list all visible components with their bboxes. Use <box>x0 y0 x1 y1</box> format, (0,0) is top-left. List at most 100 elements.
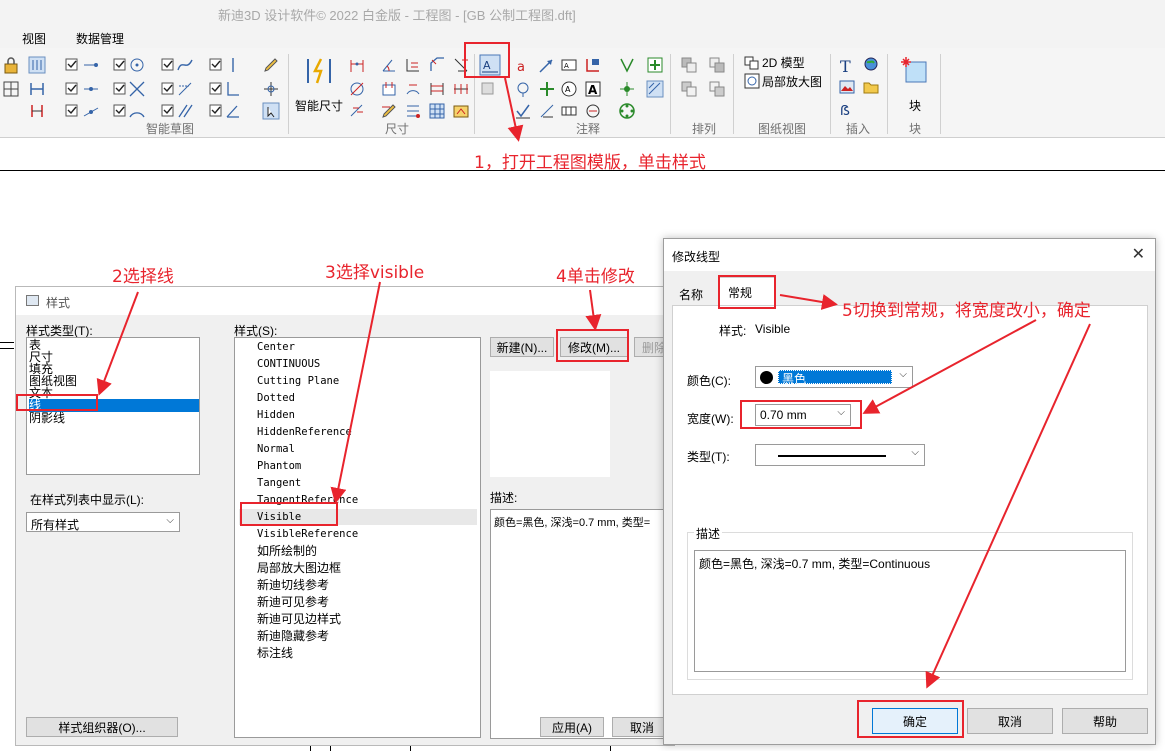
callout-icon[interactable]: A <box>560 56 578 74</box>
distance-dim-icon[interactable] <box>348 56 366 74</box>
globe-icon[interactable] <box>862 56 880 74</box>
tab-name[interactable]: 名称 <box>679 286 703 303</box>
style-description-text: 颜色=黑色, 深浅=0.7 mm, 类型= <box>494 517 651 529</box>
edge-condition-icon[interactable] <box>538 102 556 120</box>
style-organizer-button[interactable]: 样式组织器(O)... <box>26 717 178 737</box>
check-mark-icon[interactable] <box>514 102 532 120</box>
grid-icon[interactable] <box>2 80 20 98</box>
style-item[interactable]: 新迪隐藏参考 <box>257 630 329 643</box>
smart-dimension-label[interactable]: 智能尺寸 <box>295 97 343 114</box>
leader-icon[interactable] <box>538 56 556 74</box>
help-button[interactable]: 帮助 <box>1062 708 1148 734</box>
text-box-icon[interactable]: A <box>584 80 602 98</box>
text-insert-icon[interactable]: T <box>838 56 856 74</box>
bolt-hole-icon[interactable] <box>584 102 602 120</box>
general-tab-panel: 样式: Visible 颜色(C): 黑色 ⌵ 宽度(W): 0.70 mm ⌵… <box>672 305 1148 695</box>
add-frame-icon[interactable] <box>646 56 664 74</box>
style-item[interactable]: Normal <box>257 443 295 456</box>
model-2d-icon[interactable] <box>743 54 761 72</box>
checkbox-icon[interactable] <box>64 80 82 98</box>
send-backward-icon[interactable] <box>708 80 726 98</box>
datum-icon[interactable] <box>584 56 602 74</box>
style-item[interactable]: 新迪切线参考 <box>257 579 329 592</box>
text-a-icon[interactable]: a <box>514 56 532 74</box>
bring-forward-icon[interactable] <box>680 80 698 98</box>
frame-icon[interactable] <box>560 102 578 120</box>
style-item[interactable]: Center <box>257 341 295 354</box>
symbol-icon[interactable]: ẞ <box>838 100 856 118</box>
send-back-icon[interactable] <box>708 56 726 74</box>
copy-style-icon[interactable] <box>479 80 497 98</box>
model-2d-label[interactable]: 2D 模型 <box>762 54 805 71</box>
cross-point-icon[interactable] <box>262 80 280 98</box>
pen-icon[interactable] <box>262 56 280 74</box>
menu-data-management[interactable]: 数据管理 <box>76 30 124 47</box>
style-item[interactable]: Phantom <box>257 460 301 473</box>
style-item[interactable]: Cutting Plane <box>257 375 339 388</box>
style-type-hatch[interactable]: 阴影线 <box>29 412 65 425</box>
style-item[interactable]: HiddenReference <box>257 426 352 439</box>
apply-button[interactable]: 应用(A) <box>540 717 604 737</box>
angle-icon <box>224 102 242 120</box>
cancel-button[interactable]: 取消 <box>967 708 1053 734</box>
coordinate-dim-icon[interactable] <box>404 56 422 74</box>
checkbox-icon[interactable] <box>64 102 82 120</box>
chain-dim-icon[interactable] <box>452 80 470 98</box>
arc-length-icon[interactable] <box>404 80 422 98</box>
hatch-icon[interactable] <box>646 80 664 98</box>
modify-dialog-caption[interactable]: 修改线型 ✕ <box>664 239 1155 271</box>
center-mark-icon[interactable] <box>538 80 556 98</box>
angle-dim-icon[interactable] <box>380 56 398 74</box>
style-item[interactable]: 新迪可见参考 <box>257 596 329 609</box>
select-icon[interactable] <box>262 102 280 120</box>
align-dim-icon[interactable] <box>404 102 422 120</box>
canvas-line <box>610 746 611 751</box>
folder-icon[interactable] <box>862 78 880 96</box>
block-label[interactable]: 块 <box>909 97 921 114</box>
close-icon[interactable]: ✕ <box>1132 244 1145 264</box>
baseline-dim-icon[interactable] <box>348 102 366 120</box>
checkbox-icon[interactable] <box>64 56 82 74</box>
style-item[interactable]: Tangent <box>257 477 301 490</box>
lock-icon[interactable] <box>2 56 20 74</box>
style-item[interactable]: 标注线 <box>257 647 293 660</box>
annotation-step-2: 2选择线 <box>112 267 174 287</box>
detail-view-label[interactable]: 局部放大图 <box>762 73 822 90</box>
center-line-icon[interactable] <box>618 80 636 98</box>
weld-icon[interactable] <box>618 56 636 74</box>
block-icon[interactable] <box>900 56 930 86</box>
detail-view-icon[interactable] <box>743 72 761 90</box>
edit-dim-icon[interactable] <box>380 102 398 120</box>
menu-view[interactable]: 视图 <box>22 30 46 47</box>
styles-list[interactable]: Center CONTINUOUS Cutting Plane Dotted H… <box>234 337 481 738</box>
bring-front-icon[interactable] <box>680 56 698 74</box>
line-type-select[interactable]: ⌵ <box>755 444 925 466</box>
snap-icon[interactable] <box>28 56 46 74</box>
style-item[interactable]: 局部放大图边框 <box>257 562 341 575</box>
color-select[interactable]: 黑色 ⌵ <box>755 366 913 388</box>
style-item[interactable]: Dotted <box>257 392 295 405</box>
radial-dim-icon[interactable] <box>380 80 398 98</box>
chevron-down-icon: ⌵ <box>911 447 919 458</box>
diameter-dim-icon[interactable] <box>348 80 366 98</box>
image-icon[interactable] <box>838 78 856 96</box>
new-style-button[interactable]: 新建(N)... <box>490 337 554 357</box>
style-item[interactable]: 新迪可见边样式 <box>257 613 341 626</box>
dim-table-icon[interactable] <box>428 102 446 120</box>
stacked-dim-icon[interactable] <box>428 80 446 98</box>
chamfer-dim-icon[interactable] <box>428 56 446 74</box>
surface-texture-icon[interactable] <box>514 80 532 98</box>
style-item[interactable]: VisibleReference <box>257 528 358 541</box>
relate-icon[interactable] <box>28 80 46 98</box>
style-item[interactable]: Hidden <box>257 409 295 422</box>
dim-style-icon[interactable] <box>452 102 470 120</box>
show-styles-value: 所有样式 <box>31 518 80 532</box>
dim-snap-icon[interactable] <box>28 102 46 120</box>
style-item[interactable]: CONTINUOUS <box>257 358 320 371</box>
balloon-icon[interactable]: A <box>560 80 578 98</box>
show-styles-select[interactable]: 所有样式 ⌵ <box>26 512 180 532</box>
style-dialog-caption[interactable]: 样式 <box>16 287 674 315</box>
style-item[interactable]: 如所绘制的 <box>257 545 317 558</box>
bolt-circle-icon[interactable] <box>618 102 636 120</box>
smart-dimension-icon[interactable] <box>304 56 334 86</box>
